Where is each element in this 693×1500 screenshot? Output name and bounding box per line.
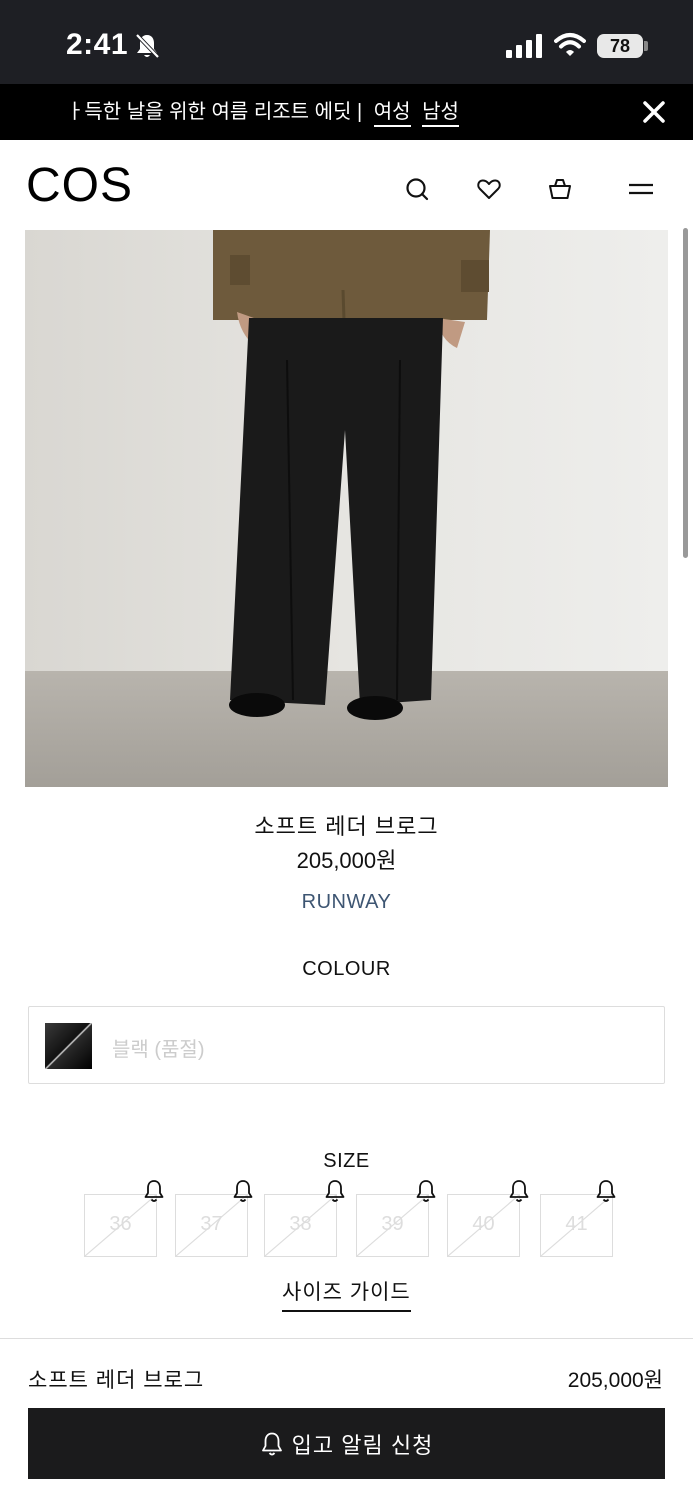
divider xyxy=(0,1338,693,1339)
unavailable-strike xyxy=(357,1195,428,1256)
size-option[interactable]: 39 xyxy=(356,1194,429,1257)
promo-link-women[interactable]: 여성 xyxy=(373,99,411,127)
unavailable-strike xyxy=(541,1195,612,1256)
collection-tag[interactable]: RUNWAY xyxy=(0,891,693,914)
bell-icon[interactable] xyxy=(232,1179,254,1203)
size-option[interactable]: 40 xyxy=(447,1194,520,1257)
sticky-product-name: 소프트 레더 브로그 xyxy=(28,1369,205,1392)
status-bar: 2:41 78 xyxy=(0,0,693,84)
colour-swatch xyxy=(45,1023,92,1069)
size-option[interactable]: 41 xyxy=(540,1194,613,1257)
notify-restock-label: 입고 알림 신청 xyxy=(291,1432,434,1458)
search-icon[interactable] xyxy=(404,176,430,202)
promo-text-row: ㅏ득한 날을 위한 여름 리조트 에딧 | 여성 남성 xyxy=(66,84,459,140)
unavailable-strike xyxy=(176,1195,247,1256)
battery-cap xyxy=(644,41,648,51)
bell-off-icon xyxy=(135,33,160,59)
notify-restock-button[interactable]: 입고 알림 신청 xyxy=(28,1408,665,1479)
bell-icon[interactable] xyxy=(324,1179,346,1203)
shopping-bag-icon[interactable] xyxy=(547,176,573,202)
bell-icon[interactable] xyxy=(595,1179,617,1203)
bell-icon xyxy=(261,1432,282,1455)
size-option[interactable]: 38 xyxy=(264,1194,337,1257)
status-time: 2:41 xyxy=(66,28,129,61)
menu-icon[interactable] xyxy=(627,176,655,202)
unavailable-strike xyxy=(265,1195,336,1256)
product-image[interactable] xyxy=(25,230,668,787)
unavailable-strike xyxy=(85,1195,156,1256)
size-option[interactable]: 36 xyxy=(84,1194,157,1257)
brand-logo[interactable]: COS xyxy=(26,158,133,213)
product-title: 소프트 레더 브로그 xyxy=(254,814,439,839)
promo-banner: ㅏ득한 날을 위한 여름 리조트 에딧 | 여성 남성 xyxy=(0,84,693,140)
size-option[interactable]: 37 xyxy=(175,1194,248,1257)
promo-link-men[interactable]: 남성 xyxy=(422,99,459,127)
promo-message: ㅏ득한 날을 위한 여름 리조트 에딧 | xyxy=(66,101,363,123)
size-guide-link[interactable]: 사이즈 가이드 xyxy=(282,1276,411,1312)
bell-icon[interactable] xyxy=(415,1179,437,1203)
colour-label: COLOUR xyxy=(302,958,391,980)
colour-value: 블랙 (품절) xyxy=(112,1039,205,1061)
battery-indicator: 78 xyxy=(597,34,643,58)
heart-icon[interactable] xyxy=(476,176,502,202)
colour-selector[interactable]: 블랙 (품절) xyxy=(28,1006,665,1084)
cellular-signal-icon xyxy=(506,34,542,58)
sticky-product-price: 205,000원 xyxy=(567,1369,663,1392)
close-icon[interactable] xyxy=(640,98,668,126)
bell-icon[interactable] xyxy=(143,1179,165,1203)
site-header: COS xyxy=(0,140,693,230)
unavailable-strike xyxy=(448,1195,519,1256)
wifi-icon xyxy=(554,33,586,56)
product-price: 205,000원 xyxy=(296,848,397,873)
bell-icon[interactable] xyxy=(508,1179,530,1203)
size-label: SIZE xyxy=(323,1150,370,1172)
scrollbar-thumb[interactable] xyxy=(683,228,688,558)
